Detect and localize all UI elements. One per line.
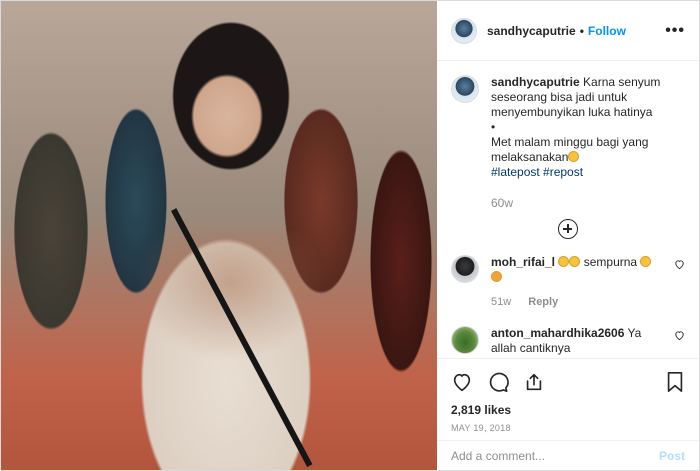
post-dialog: sandhycaputrie • Follow ••• sandhycaputr… <box>0 0 700 471</box>
smile-emoji-icon <box>640 256 652 267</box>
list-item: moh_rifai_l sempurna 51w Reply <box>451 255 685 310</box>
post-date[interactable]: May 19, 2018 <box>451 423 685 433</box>
post-photo[interactable] <box>1 1 437 470</box>
comment-username[interactable]: moh_rifai_l <box>491 255 555 269</box>
smile-emoji-icon <box>569 256 581 267</box>
comment-text: anton_mahardhika2606 Ya allah cantiknya <box>491 326 661 356</box>
load-more-comments[interactable] <box>451 219 685 239</box>
header-separator: • <box>579 23 584 38</box>
list-item: anton_mahardhika2606 Ya allah cantiknya <box>451 326 685 356</box>
kiss-emoji-icon <box>491 271 502 282</box>
post-header: sandhycaputrie • Follow ••• <box>437 1 699 61</box>
share-icon[interactable] <box>523 371 545 393</box>
comment-text: moh_rifai_l sempurna 51w Reply <box>491 255 661 310</box>
action-icons <box>451 367 685 397</box>
follow-button[interactable]: Follow <box>588 24 626 38</box>
heart-icon[interactable] <box>674 259 685 273</box>
caption-username[interactable]: sandhycaputrie <box>491 75 580 89</box>
likes-count[interactable]: 2,819 likes <box>451 403 685 417</box>
reply-button[interactable]: Reply <box>528 296 558 308</box>
post-sidebar: sandhycaputrie • Follow ••• sandhycaputr… <box>437 1 699 470</box>
caption-text: sandhycaputrie Karna senyum seseorang bi… <box>491 75 685 211</box>
caption: sandhycaputrie Karna senyum seseorang bi… <box>451 75 685 211</box>
comment-time[interactable]: 51w <box>491 296 511 308</box>
avatar[interactable] <box>451 326 479 354</box>
comment-input[interactable] <box>451 448 659 463</box>
comment-meta: 51w Reply <box>491 295 661 310</box>
comment-username[interactable]: anton_mahardhika2606 <box>491 326 624 340</box>
add-comment-bar: Post <box>437 440 699 470</box>
caption-time[interactable]: 60w <box>491 196 685 211</box>
comment-body: sempurna <box>583 255 638 269</box>
avatar[interactable] <box>451 75 479 103</box>
comment-icon[interactable] <box>487 371 509 393</box>
header-username[interactable]: sandhycaputrie <box>487 24 576 38</box>
caption-hashtags[interactable]: #latepost #repost <box>491 165 583 179</box>
avatar[interactable] <box>451 17 477 44</box>
post-actions: 2,819 likes May 19, 2018 <box>437 358 699 440</box>
more-icon[interactable]: ••• <box>665 22 685 40</box>
photo-detail <box>136 231 326 361</box>
smile-emoji-icon <box>568 151 580 162</box>
plus-circle-icon[interactable] <box>558 219 578 239</box>
post-button[interactable]: Post <box>659 449 685 463</box>
heart-icon[interactable] <box>674 330 685 344</box>
comments-list[interactable]: sandhycaputrie Karna senyum seseorang bi… <box>437 61 699 358</box>
smile-emoji-icon <box>558 256 570 267</box>
avatar[interactable] <box>451 255 479 283</box>
caption-bullet: • <box>491 120 496 134</box>
heart-icon[interactable] <box>451 371 473 393</box>
bookmark-icon[interactable] <box>665 371 685 393</box>
